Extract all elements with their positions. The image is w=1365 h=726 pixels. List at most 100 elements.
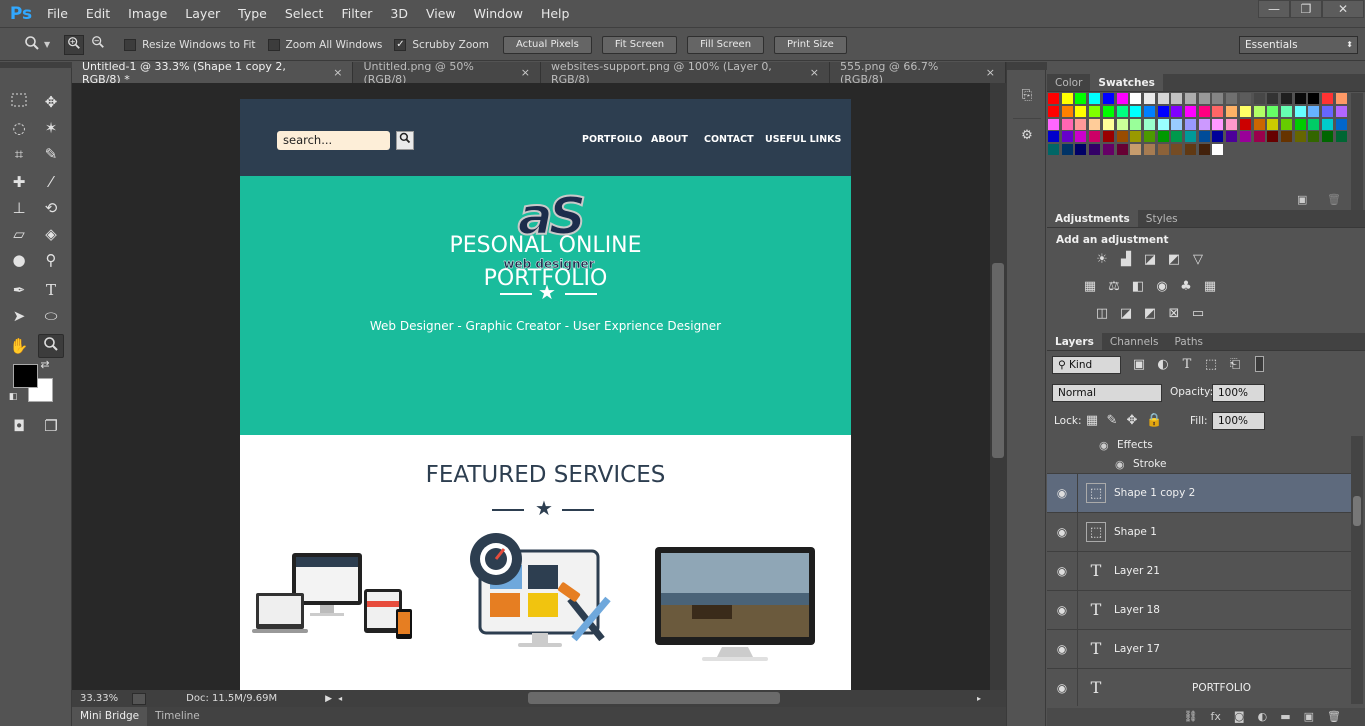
status-options-icon[interactable] — [132, 692, 147, 705]
foreground-color-swatch-top[interactable] — [13, 364, 38, 388]
color-swatch[interactable] — [1048, 105, 1059, 117]
canvas-area[interactable]: search... PORTFOILO ABOUT CONTACT USEFUL… — [72, 83, 990, 690]
color-swatch[interactable] — [1130, 93, 1142, 104]
zoom-out-icon[interactable] — [88, 35, 108, 55]
channel-mixer-icon[interactable]: ♣ — [1178, 280, 1194, 294]
menu-3d[interactable]: 3D — [381, 6, 417, 21]
zoom-level[interactable]: 33.33% — [80, 693, 118, 704]
color-swatch[interactable] — [1280, 118, 1292, 130]
color-swatch[interactable] — [1157, 93, 1169, 104]
zoom-in-icon[interactable] — [64, 34, 85, 55]
menu-type[interactable]: Type — [229, 6, 276, 21]
tab-swatches[interactable]: Swatches — [1090, 74, 1163, 91]
scroll-left-icon[interactable]: ◂ — [338, 694, 342, 703]
color-swatch[interactable] — [1143, 93, 1155, 104]
color-balance-icon[interactable]: ⚖ — [1106, 280, 1122, 294]
color-swatch[interactable] — [1185, 118, 1196, 130]
tab-layers[interactable]: Layers — [1047, 333, 1102, 350]
lasso-tool-icon[interactable]: ◌ — [6, 116, 32, 140]
layer-row[interactable]: ◉ T Layer 21 — [1047, 552, 1351, 591]
color-swatch[interactable] — [1212, 118, 1224, 130]
color-swatch[interactable] — [1239, 131, 1251, 143]
adjustment-layer-icon[interactable]: ◐ — [1258, 708, 1268, 726]
dodge-tool-icon[interactable]: ⚲ — [38, 248, 64, 272]
fill-screen-button[interactable]: Fill Screen — [687, 35, 765, 54]
pen-tool-icon[interactable]: ✒ — [6, 278, 32, 302]
color-swatch[interactable] — [1239, 118, 1251, 130]
document-canvas[interactable]: search... PORTFOILO ABOUT CONTACT USEFUL… — [240, 99, 851, 690]
color-swatch[interactable] — [1048, 131, 1059, 143]
color-swatch[interactable] — [1171, 144, 1183, 156]
tab-paths[interactable]: Paths — [1166, 333, 1211, 350]
eye-icon[interactable]: ◉ — [1099, 439, 1109, 452]
color-swatch[interactable] — [1198, 131, 1210, 143]
color-swatch[interactable] — [1185, 144, 1196, 156]
zoom-tool-icon[interactable] — [22, 35, 42, 55]
color-swatch[interactable] — [1335, 93, 1347, 104]
color-swatch[interactable] — [1198, 144, 1210, 156]
menu-help[interactable]: Help — [532, 6, 579, 21]
color-swatch[interactable] — [1322, 105, 1333, 117]
actual-pixels-button[interactable]: Actual Pixels — [502, 35, 592, 54]
color-swatch[interactable] — [1075, 131, 1087, 143]
color-swatch[interactable] — [1157, 144, 1169, 156]
color-swatch[interactable] — [1335, 118, 1347, 130]
type-filter-icon[interactable]: T — [1179, 358, 1195, 372]
tab-555-png[interactable]: 555.png @ 66.7% (RGB/8) × — [829, 60, 1006, 86]
color-swatch[interactable] — [1130, 118, 1142, 130]
tab-channels[interactable]: Channels — [1102, 333, 1167, 350]
eye-icon[interactable]: ◉ — [1047, 669, 1078, 706]
fx-icon[interactable]: fx — [1211, 708, 1221, 726]
color-swatch[interactable] — [1102, 118, 1114, 130]
tab-adjustments[interactable]: Adjustments — [1047, 210, 1138, 227]
menu-layer[interactable]: Layer — [176, 6, 229, 21]
color-swatch[interactable] — [1157, 118, 1169, 130]
layer-kind-filter[interactable]: ⚲ Kind — [1052, 356, 1121, 374]
color-swatch[interactable] — [1226, 131, 1238, 143]
color-swatch[interactable] — [1102, 144, 1114, 156]
color-swatch[interactable] — [1143, 131, 1155, 143]
color-swatch[interactable] — [1308, 93, 1320, 104]
color-swatch[interactable] — [1143, 105, 1155, 117]
color-swatch[interactable] — [1075, 144, 1087, 156]
eyedropper-icon[interactable]: ✎ — [38, 142, 64, 166]
color-swatch[interactable] — [1116, 118, 1128, 130]
color-swatch[interactable] — [1089, 105, 1101, 117]
color-swatch[interactable] — [1048, 93, 1059, 104]
color-swatch[interactable] — [1185, 105, 1196, 117]
color-swatch[interactable] — [1239, 105, 1251, 117]
menu-image[interactable]: Image — [119, 6, 176, 21]
new-swatch-icon[interactable]: ▣ — [1297, 193, 1307, 206]
color-swatch[interactable] — [1102, 131, 1114, 143]
color-swatch[interactable] — [1130, 144, 1142, 156]
menu-view[interactable]: View — [417, 6, 465, 21]
history-panel-icon[interactable]: ⎘ — [1018, 88, 1036, 106]
color-swatch[interactable] — [1267, 105, 1279, 117]
color-swatch[interactable] — [1308, 105, 1320, 117]
menu-edit[interactable]: Edit — [77, 6, 119, 21]
magic-wand-icon[interactable]: ✶ — [38, 116, 64, 140]
color-swatch[interactable] — [1335, 131, 1347, 143]
color-swatch[interactable] — [1130, 105, 1142, 117]
scroll-right-icon[interactable]: ▸ — [977, 694, 981, 703]
blur-tool-icon[interactable]: ● — [6, 248, 32, 272]
pixel-filter-icon[interactable]: ▣ — [1131, 358, 1147, 372]
color-swatch[interactable] — [1102, 93, 1114, 104]
history-brush-icon[interactable]: ⟲ — [38, 196, 64, 220]
color-swatch[interactable] — [1212, 131, 1224, 143]
posterize-icon[interactable]: ◪ — [1118, 307, 1134, 321]
color-swatch[interactable] — [1143, 144, 1155, 156]
color-swatch[interactable] — [1061, 118, 1073, 130]
color-swatch[interactable] — [1226, 105, 1238, 117]
workspace-dropdown[interactable]: Essentials ⬍ — [1239, 36, 1358, 54]
eye-icon[interactable]: ◉ — [1047, 552, 1078, 590]
color-swatch[interactable] — [1253, 105, 1265, 117]
eye-icon[interactable]: ◉ — [1047, 630, 1078, 668]
color-swatch[interactable] — [1089, 118, 1101, 130]
layer-row[interactable]: ◉ T Layer 17 — [1047, 630, 1351, 669]
color-swatch[interactable] — [1061, 105, 1073, 117]
trash-icon[interactable]: 🗑 — [1327, 708, 1341, 726]
color-swatch[interactable] — [1308, 131, 1320, 143]
color-swatch[interactable] — [1294, 118, 1306, 130]
vibrance-icon[interactable]: ▽ — [1190, 253, 1206, 267]
